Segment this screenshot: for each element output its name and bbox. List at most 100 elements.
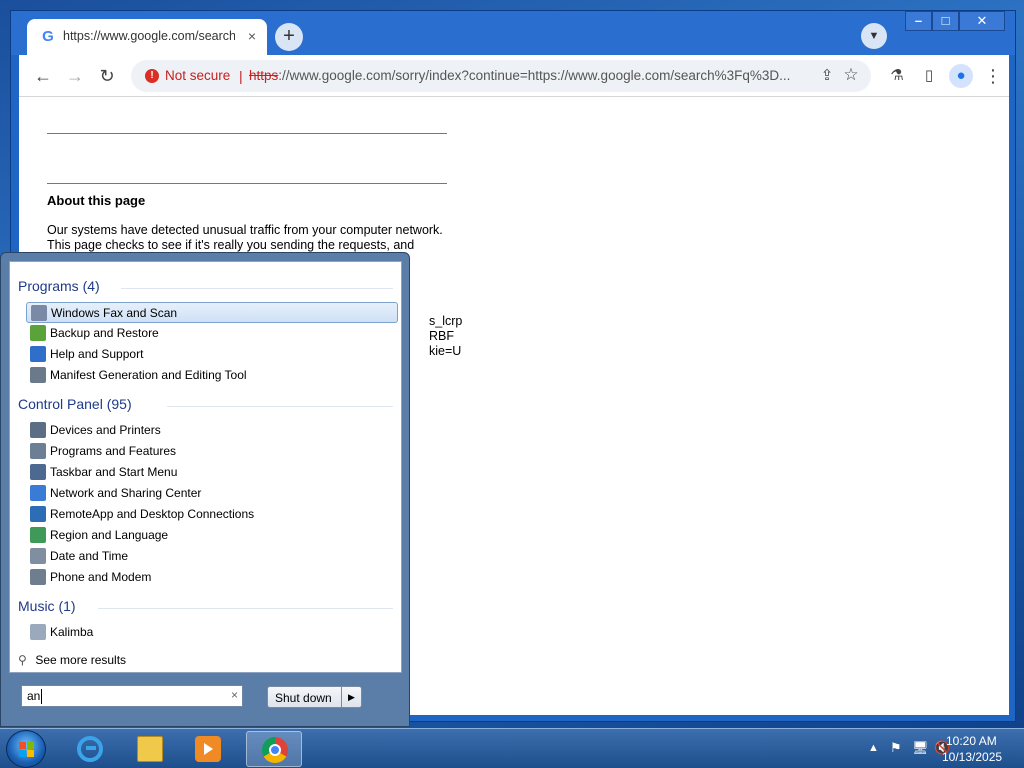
result-group-title[interactable]: Control Panel (95) xyxy=(18,396,132,412)
search-magnifier-icon: ⚲ xyxy=(18,653,27,667)
tab-close-icon[interactable]: × xyxy=(243,27,261,45)
taskbar-file-explorer-button[interactable] xyxy=(122,731,178,767)
not-secure-warning-icon[interactable]: ! xyxy=(145,69,159,83)
media-player-icon xyxy=(195,736,221,762)
result-item[interactable]: Taskbar and Start Menu xyxy=(26,462,398,483)
programs-icon xyxy=(30,443,46,459)
text-caret xyxy=(41,689,42,704)
search-results-pane: Programs (4) Windows Fax and Scan Backup a… xyxy=(9,261,402,673)
taskbar-icon xyxy=(30,464,46,480)
reload-icon[interactable]: ↻ xyxy=(93,63,121,89)
result-item-label: RemoteApp and Desktop Connections xyxy=(50,507,255,521)
result-group-title[interactable]: Programs (4) xyxy=(18,278,100,294)
clear-search-icon[interactable]: × xyxy=(231,688,238,702)
ie-icon xyxy=(77,736,103,762)
chrome-icon xyxy=(262,737,288,763)
new-tab-button[interactable]: + xyxy=(275,23,303,51)
kebab-menu-icon[interactable]: ⋮ xyxy=(981,64,1005,88)
divider xyxy=(47,183,447,184)
result-item[interactable]: Manifest Generation and Editing Tool xyxy=(26,365,398,386)
result-group-title[interactable]: Music (1) xyxy=(18,598,76,614)
start-menu: Programs (4) Windows Fax and Scan Backup a… xyxy=(0,252,410,727)
taskbar-internet-explorer-button[interactable] xyxy=(62,731,118,767)
result-item[interactable]: Network and Sharing Center xyxy=(26,483,398,504)
result-item-label: Date and Time xyxy=(50,549,129,563)
bookmark-star-icon[interactable]: ☆ xyxy=(841,65,861,85)
page-title: About this page xyxy=(47,193,146,208)
result-item-label: Region and Language xyxy=(50,528,169,542)
help-icon xyxy=(30,346,46,362)
result-item-label: Help and Support xyxy=(50,347,144,361)
result-item-label: Kalimba xyxy=(50,625,94,639)
action-center-icon[interactable]: ⚑ xyxy=(890,740,902,756)
tab-strip: G https://www.google.com/search × + ▼ – … xyxy=(11,11,1015,55)
result-item-label: Manifest Generation and Editing Tool xyxy=(50,368,247,382)
result-item[interactable]: Programs and Features xyxy=(26,441,398,462)
clock-icon xyxy=(30,548,46,564)
browser-toolbar: ← → ↻ ! Not secure | https://www.google.… xyxy=(19,55,1009,97)
start-menu-bottom: an × Shut down ▶ xyxy=(9,675,402,720)
fax-icon xyxy=(31,305,47,321)
result-item[interactable]: Windows Fax and Scan xyxy=(26,302,398,323)
clock-date[interactable]: 10/13/2025 xyxy=(942,750,1002,764)
result-item-label: Phone and Modem xyxy=(50,570,152,584)
tab-search-button[interactable]: ▼ xyxy=(861,23,887,49)
browser-tab[interactable]: G https://www.google.com/search × xyxy=(27,19,267,55)
result-item[interactable]: Region and Language xyxy=(26,525,398,546)
minimize-button[interactable]: – xyxy=(905,11,932,31)
manifest-tool-icon xyxy=(30,367,46,383)
shutdown-options-arrow-icon[interactable]: ▶ xyxy=(341,687,361,707)
network-icon[interactable]: 🖥 xyxy=(912,740,929,756)
globe-icon xyxy=(30,527,46,543)
result-item[interactable]: Date and Time xyxy=(26,546,398,567)
side-panel-icon[interactable]: ▯ xyxy=(917,64,941,88)
taskbar-chrome-button[interactable] xyxy=(246,731,302,767)
clock-time[interactable]: 10:20 AM xyxy=(946,734,997,748)
result-item[interactable]: Phone and Modem xyxy=(26,567,398,588)
tab-title: https://www.google.com/search xyxy=(63,29,235,43)
phone-icon xyxy=(30,569,46,585)
maximize-button[interactable]: □ xyxy=(932,11,959,31)
close-window-button[interactable]: ✕ xyxy=(959,11,1005,31)
start-button[interactable] xyxy=(6,730,46,768)
forward-arrow-icon[interactable]: → xyxy=(61,63,89,89)
see-more-label: See more results xyxy=(35,653,127,667)
see-more-results-link[interactable]: ⚲ See more results xyxy=(18,653,126,667)
about-paragraph: Our systems have detected unusual traffi… xyxy=(47,223,443,252)
labs-flask-icon[interactable]: ⚗ xyxy=(885,64,909,88)
music-note-icon xyxy=(30,624,46,640)
result-item[interactable]: Backup and Restore xyxy=(26,323,398,344)
url-scheme: https xyxy=(249,68,279,83)
address-bar[interactable]: ! Not secure | https://www.google.com/so… xyxy=(131,60,871,92)
taskbar: ▲ ⚑ 🖥 🔇 10:20 AM 10/13/2025 xyxy=(0,728,1024,768)
start-search-input[interactable]: an × xyxy=(21,685,243,707)
result-item[interactable]: RemoteApp and Desktop Connections xyxy=(26,504,398,525)
result-item[interactable]: Devices and Printers xyxy=(26,420,398,441)
group-divider xyxy=(166,406,393,407)
url-rest: ://www.google.com/sorry/index?continue=h… xyxy=(278,68,791,83)
result-item-label: Devices and Printers xyxy=(50,423,161,437)
remoteapp-icon xyxy=(30,506,46,522)
back-arrow-icon[interactable]: ← xyxy=(29,63,57,89)
result-item-label: Taskbar and Start Menu xyxy=(50,465,178,479)
show-hidden-icons-icon[interactable]: ▲ xyxy=(868,742,879,754)
profile-avatar-icon[interactable]: ● xyxy=(949,64,973,88)
url-text[interactable]: https://www.google.com/sorry/index?conti… xyxy=(249,68,819,83)
system-tray: ▲ ⚑ 🖥 🔇 10:20 AM 10/13/2025 xyxy=(824,729,1024,768)
taskbar-media-player-button[interactable] xyxy=(180,731,236,767)
result-item[interactable]: Kalimba xyxy=(26,622,398,643)
omnibox-separator: | xyxy=(239,68,243,84)
divider xyxy=(47,133,447,134)
windows-logo-icon xyxy=(19,742,35,758)
result-item[interactable]: Help and Support xyxy=(26,344,398,365)
security-label[interactable]: Not secure xyxy=(165,68,230,83)
search-value: an xyxy=(27,689,41,703)
shutdown-button[interactable]: Shut down ▶ xyxy=(267,686,362,708)
share-icon[interactable]: ⇪ xyxy=(817,66,837,84)
partial-right-text: s_lcrp RBF kie=U xyxy=(429,314,463,358)
shutdown-label: Shut down xyxy=(275,691,332,705)
result-item-label: Programs and Features xyxy=(50,444,177,458)
result-item-label: Backup and Restore xyxy=(50,326,159,340)
folder-icon xyxy=(137,736,163,762)
result-item-label: Network and Sharing Center xyxy=(50,486,202,500)
